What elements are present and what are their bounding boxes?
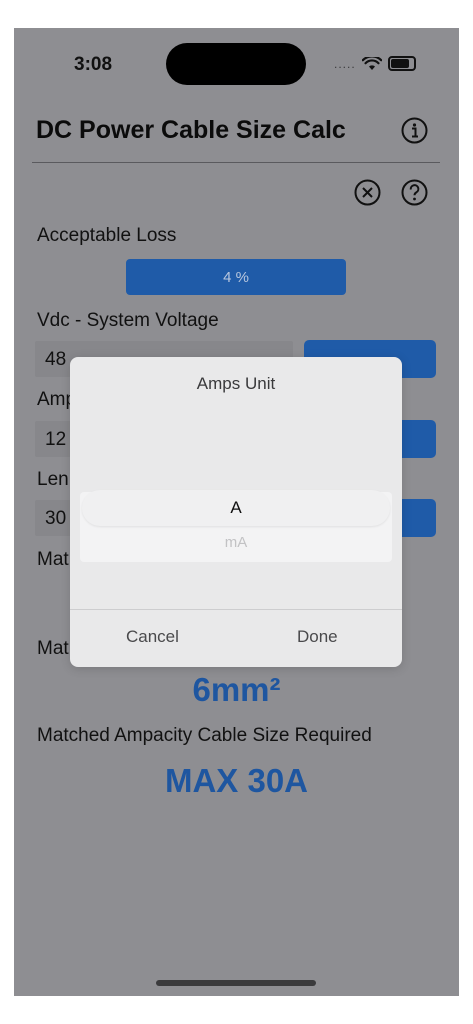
length-value: 30 (45, 508, 67, 529)
matched-label-2: Mat (37, 638, 69, 659)
picker-option-selected[interactable]: A (82, 490, 390, 526)
acceptable-loss-label: Acceptable Loss (37, 225, 177, 246)
voltage-value: 48 (45, 349, 67, 370)
cable-size-result: 6mm² (192, 671, 281, 708)
dialog-title: Amps Unit (196, 374, 276, 393)
header-divider (32, 162, 440, 163)
ampacity-result: MAX 30A (164, 762, 309, 799)
info-icon[interactable] (401, 117, 428, 144)
question-circle-icon[interactable] (401, 179, 428, 206)
status-icons: ..... (334, 56, 416, 71)
battery-icon (387, 56, 416, 71)
acceptable-loss-slider[interactable]: 4 % (126, 259, 346, 295)
matched-label-1: Mat (37, 549, 69, 570)
home-indicator[interactable] (156, 980, 316, 986)
cellular-signal-icon: ..... (334, 56, 356, 71)
page-title: DC Power Cable Size Calc (36, 116, 346, 144)
app-screen: 3:08 ..... DC Power Cable Size Calc Acce… (14, 28, 459, 996)
wifi-icon (361, 56, 382, 70)
voltage-label: Vdc - System Voltage (37, 310, 219, 331)
status-time: 3:08 (74, 54, 113, 75)
picker-option[interactable]: mA (70, 534, 402, 551)
cancel-button[interactable]: Cancel (126, 627, 179, 647)
done-button[interactable]: Done (297, 627, 338, 647)
dialog-divider (70, 609, 402, 610)
dynamic-island (166, 43, 306, 85)
close-circle-icon[interactable] (354, 179, 381, 206)
ampacity-label: Matched Ampacity Cable Size Required (37, 725, 372, 746)
amps-value: 12 (45, 429, 67, 450)
amps-unit-picker-dialog: Amps Unit A mA Cancel Done (70, 357, 402, 667)
length-label: Len (37, 469, 69, 490)
